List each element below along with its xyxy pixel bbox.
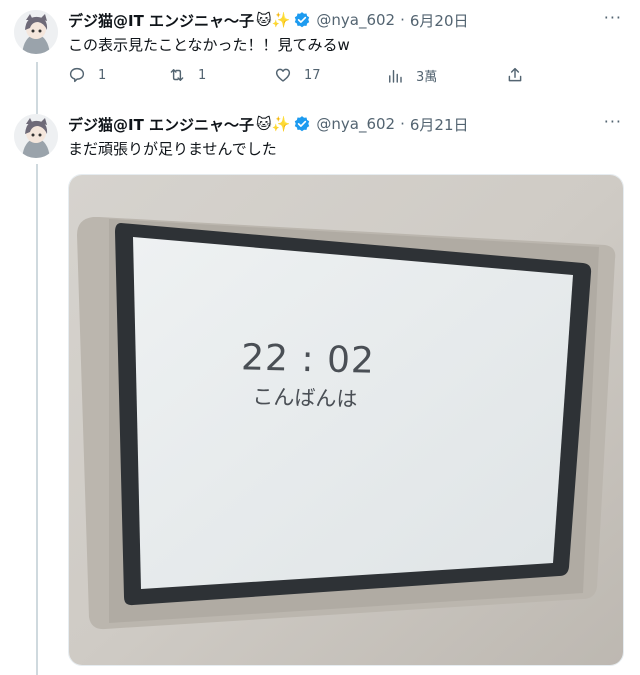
views-count: 3萬 — [416, 70, 438, 85]
separator-dot: · — [400, 11, 405, 29]
tweet-text: この表示見たことなかった！！見てみるw — [68, 36, 350, 54]
tweet-date[interactable]: 6月20日 — [410, 10, 469, 31]
retweet-button[interactable]: 1 — [168, 66, 206, 84]
display-name[interactable]: デジ猫@IT エンジニャ～子 — [68, 114, 254, 135]
reply-icon — [69, 67, 85, 83]
tweet-header: デジ猫@IT エンジニャ～子 🐱✨ @nya_602 · 6月21日 — [68, 112, 469, 136]
verified-badge-icon[interactable] — [293, 11, 311, 29]
reply-button[interactable]: 1 — [68, 66, 106, 84]
avatar[interactable] — [14, 114, 58, 158]
views-button[interactable]: 3萬 — [386, 66, 437, 85]
user-handle[interactable]: @nya_602 — [316, 115, 395, 133]
tweet-media-photo[interactable] — [68, 174, 624, 666]
share-button[interactable] — [506, 66, 524, 84]
more-options-button[interactable]: ··· — [604, 112, 622, 131]
heart-icon — [275, 68, 291, 82]
verified-badge-icon[interactable] — [293, 115, 311, 133]
more-options-button[interactable]: ··· — [604, 8, 622, 27]
tweet-actions: 1 1 17 3萬 — [68, 66, 538, 88]
name-emoji: 🐱✨ — [256, 115, 291, 133]
tweet-header: デジ猫@IT エンジニャ～子 🐱✨ @nya_602 · 6月20日 — [68, 8, 469, 32]
separator-dot: · — [400, 115, 405, 133]
reply-count: 1 — [98, 67, 107, 83]
tweet-date[interactable]: 6月21日 — [410, 114, 469, 135]
thread-line — [36, 62, 38, 114]
display-name[interactable]: デジ猫@IT エンジニャ～子 — [68, 10, 254, 31]
share-icon — [508, 67, 522, 82]
user-handle[interactable]: @nya_602 — [316, 11, 395, 29]
thread-line — [36, 164, 38, 675]
tweet-text: まだ頑張りが足りませんでした — [68, 140, 277, 158]
like-button[interactable]: 17 — [274, 66, 321, 84]
avatar[interactable] — [14, 10, 58, 54]
retweet-icon — [170, 69, 184, 81]
like-count: 17 — [304, 67, 321, 83]
views-chart-icon — [389, 69, 402, 83]
name-emoji: 🐱✨ — [256, 11, 291, 29]
retweet-count: 1 — [198, 67, 207, 83]
